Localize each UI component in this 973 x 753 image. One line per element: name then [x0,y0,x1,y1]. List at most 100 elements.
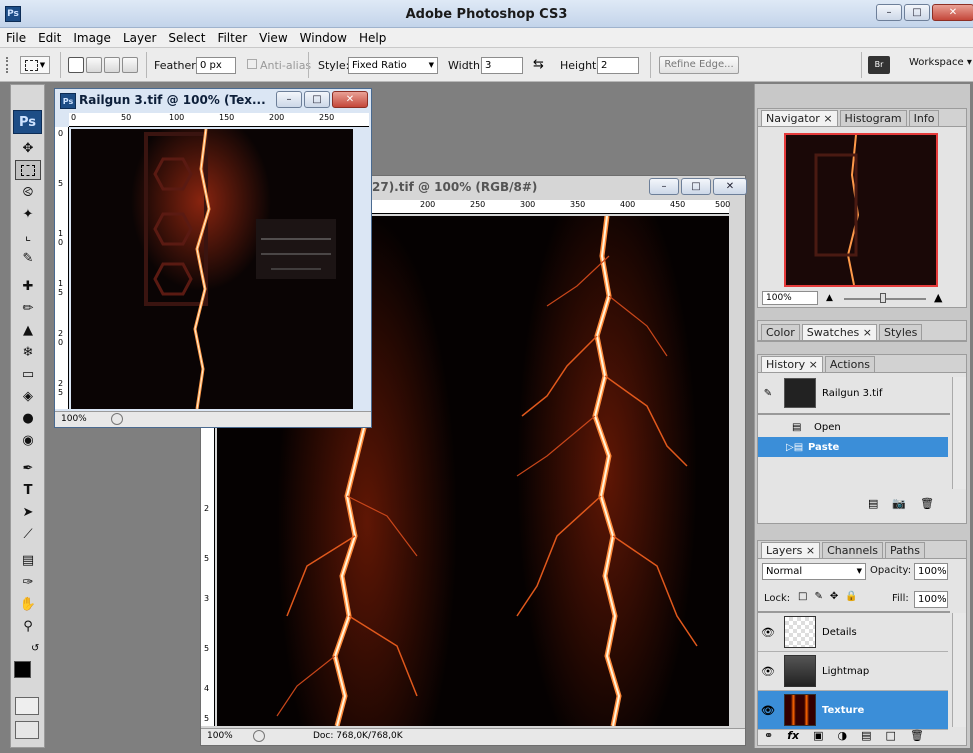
bridge-icon[interactable]: Br [868,56,890,74]
zoom-tool-icon[interactable]: ⚲ [15,616,41,636]
doc-close-button[interactable]: ✕ [713,178,747,195]
zoom-in-icon[interactable]: ▲ [934,291,942,304]
swap-colors-icon[interactable]: ↺ [31,643,39,654]
style-select[interactable]: Fixed Ratio ▼ [348,57,438,74]
history-state-paste[interactable]: ▷▤ Paste [758,437,948,457]
history-snapshot[interactable]: ✎ Railgun 3.tif [758,377,948,409]
lock-transparent-icon[interactable]: □ [798,591,807,602]
brush-tool-icon[interactable]: ✏ [15,298,41,318]
clone-stamp-tool-icon[interactable]: ▲ [15,320,41,340]
crop-tool-icon[interactable]: ⌞ [15,226,41,246]
trash-icon[interactable]: 🗑 [910,729,924,742]
marquee-tool-icon[interactable] [15,160,41,180]
paint-bucket-tool-icon[interactable]: ◈ [15,386,41,406]
subtract-selection-button[interactable] [104,57,120,73]
layers-scrollbar[interactable] [952,613,966,727]
tab-navigator[interactable]: Navigator × [761,110,838,126]
maximize-button[interactable]: □ [904,4,930,21]
menu-layer[interactable]: Layer [117,28,162,48]
blend-mode-select[interactable]: Normal ▼ [762,563,866,580]
minimize-button[interactable]: – [876,4,902,21]
tab-actions[interactable]: Actions [824,356,876,372]
menu-help[interactable]: Help [353,28,392,48]
antialias-checkbox[interactable] [247,59,257,69]
doc-maximize-button[interactable]: □ [304,91,330,108]
new-layer-icon[interactable]: □ [886,729,896,742]
menu-window[interactable]: Window [294,28,353,48]
menu-filter[interactable]: Filter [211,28,253,48]
mask-icon[interactable]: ▣ [813,729,823,742]
zoom-slider-handle[interactable] [880,293,886,303]
height-input[interactable]: 2 [597,57,639,74]
feather-input[interactable]: 0 px [196,57,236,74]
dodge-tool-icon[interactable]: ◉ [15,430,41,450]
navigator-zoom-input[interactable]: 100% [762,291,818,305]
zoom-out-icon[interactable]: ▲ [826,293,833,303]
move-tool-icon[interactable]: ✥ [15,138,41,158]
blur-tool-icon[interactable]: ● [15,408,41,428]
type-tool-icon[interactable]: T [15,480,41,500]
slice-tool-icon[interactable]: ✎ [15,248,41,268]
history-state-open[interactable]: ▤ Open [758,417,948,437]
pen-tool-icon[interactable]: ✒ [15,458,41,478]
tab-histogram[interactable]: Histogram [839,110,907,126]
lasso-tool-icon[interactable]: ⧀ [15,182,41,202]
menu-select[interactable]: Select [162,28,211,48]
menu-view[interactable]: View [253,28,293,48]
new-document-icon[interactable]: ▤ [868,497,878,510]
layer-details[interactable]: 👁 Details [758,613,948,652]
folder-icon[interactable]: ▤ [861,729,871,742]
history-brush-tool-icon[interactable]: ❄ [15,342,41,362]
lock-all-icon[interactable]: 🔒 [845,591,857,602]
intersect-selection-button[interactable] [122,57,138,73]
magic-wand-tool-icon[interactable]: ✦ [15,204,41,224]
eyedropper-tool-icon[interactable]: ✑ [15,572,41,592]
width-input[interactable]: 3 [481,57,523,74]
trash-icon[interactable]: 🗑 [920,497,934,510]
fill-input[interactable]: 100% [914,591,948,608]
eye-icon[interactable]: 👁 [758,626,778,639]
layer-texture[interactable]: 👁 Texture [758,691,948,730]
history-scrollbar[interactable] [952,377,966,489]
close-button[interactable]: ✕ [932,4,973,21]
new-selection-button[interactable] [68,57,84,73]
zoom-level[interactable]: 100% [207,731,233,741]
hand-tool-icon[interactable]: ✋ [15,594,41,614]
tab-history[interactable]: History × [761,356,823,372]
tab-styles[interactable]: Styles [879,324,923,340]
menu-edit[interactable]: Edit [32,28,67,48]
layer-lightmap[interactable]: 👁 Lightmap [758,652,948,691]
doc-close-button[interactable]: ✕ [332,91,368,108]
tab-swatches[interactable]: Swatches × [801,324,878,340]
doc-maximize-button[interactable]: □ [681,178,711,195]
zoom-level[interactable]: 100% [61,414,87,424]
new-snapshot-icon[interactable]: 📷 [892,497,906,510]
status-menu-icon[interactable] [111,413,123,425]
tool-preset-picker[interactable]: ▼ [20,56,50,74]
status-menu-icon[interactable] [253,730,265,742]
link-icon[interactable]: ⚭ [764,729,773,742]
eye-icon[interactable]: 👁 [758,665,778,678]
tab-paths[interactable]: Paths [885,542,925,558]
lock-image-icon[interactable]: ✎ [814,591,822,602]
line-tool-icon[interactable]: ⟋ [15,524,41,544]
tab-info[interactable]: Info [908,110,940,126]
adjustment-icon[interactable]: ◑ [838,729,848,742]
opacity-input[interactable]: 100% [914,563,948,580]
tab-layers[interactable]: Layers × [761,542,821,558]
menu-image[interactable]: Image [67,28,117,48]
foreground-color-swatch[interactable] [14,661,31,678]
menu-file[interactable]: File [0,28,32,48]
screen-mode-icon[interactable] [15,721,39,739]
doc-minimize-button[interactable]: – [649,178,679,195]
doc-minimize-button[interactable]: – [276,91,302,108]
healing-brush-tool-icon[interactable]: ✚ [15,276,41,296]
quick-mask-icon[interactable] [15,697,39,715]
eraser-tool-icon[interactable]: ▭ [15,364,41,384]
tab-channels[interactable]: Channels [822,542,884,558]
refine-edge-button[interactable]: Refine Edge... [659,56,739,74]
fx-icon[interactable]: fx [787,729,799,742]
notes-tool-icon[interactable]: ▤ [15,550,41,570]
lock-position-icon[interactable]: ✥ [830,591,838,602]
add-selection-button[interactable] [86,57,102,73]
